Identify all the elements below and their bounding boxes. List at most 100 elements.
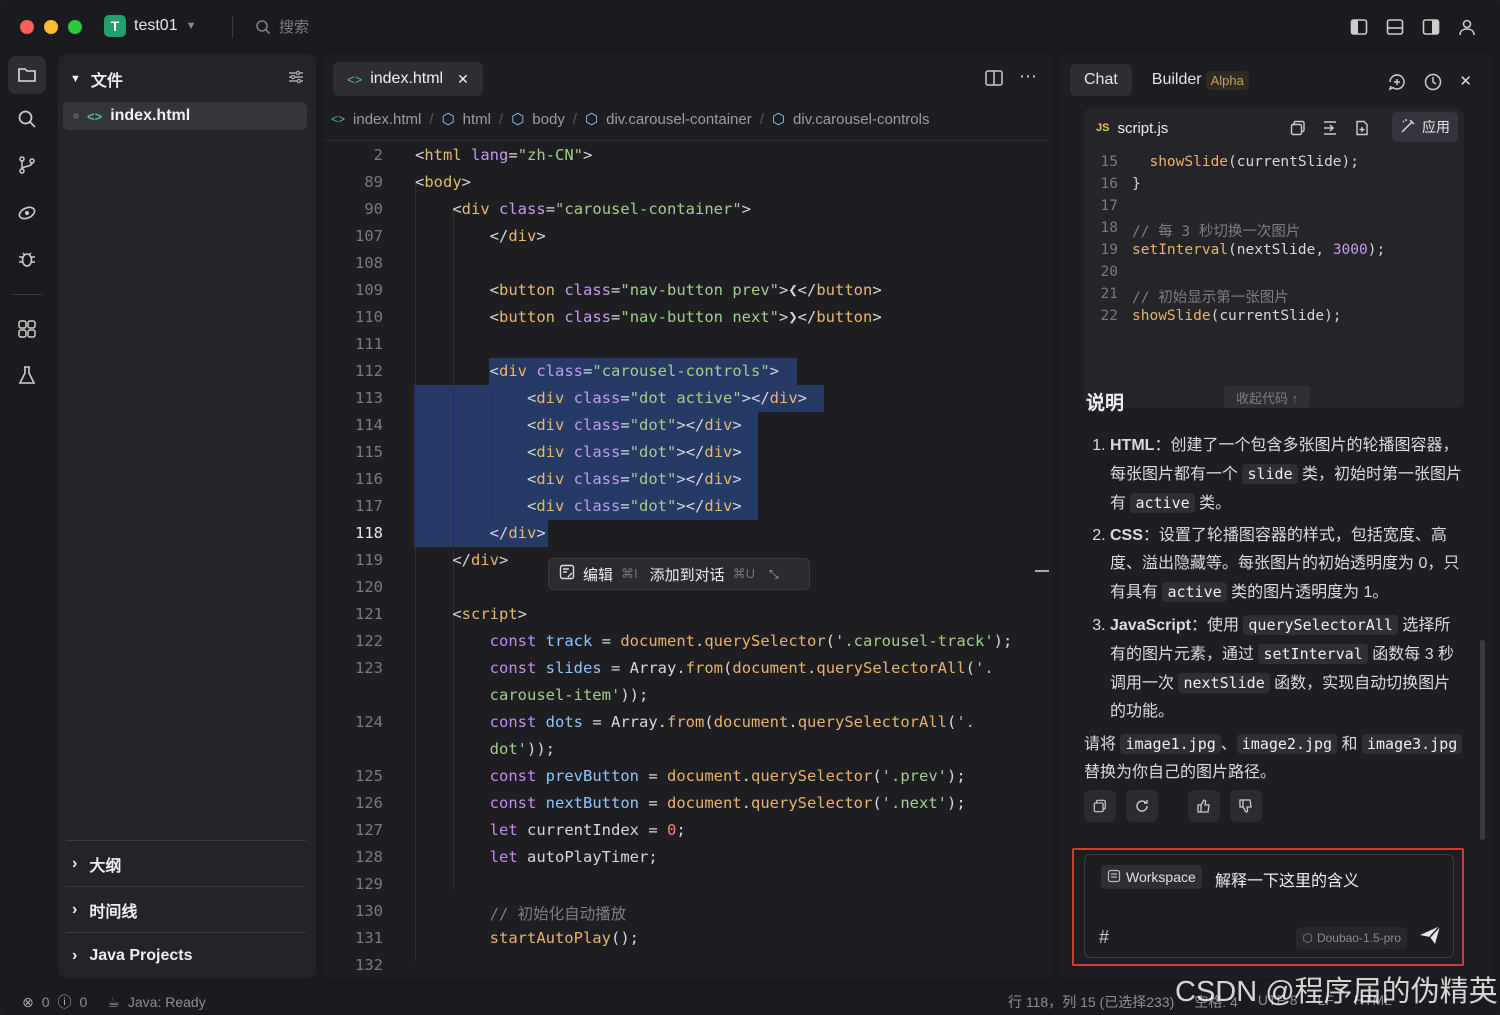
thumbs-up-icon bbox=[1197, 799, 1210, 813]
close-window-button[interactable] bbox=[20, 20, 34, 34]
source-control-icon[interactable] bbox=[8, 146, 46, 184]
java-projects-section[interactable]: › Java Projects bbox=[66, 932, 306, 978]
file-status-dot bbox=[73, 113, 79, 119]
explorer-icon[interactable] bbox=[8, 56, 46, 94]
split-editor-icon[interactable] bbox=[985, 70, 1003, 91]
tab-label: Chat bbox=[1084, 71, 1118, 88]
java-coffee-icon: ☕ bbox=[107, 993, 120, 1010]
chevron-right-icon: › bbox=[72, 854, 78, 872]
section-label: 时间线 bbox=[89, 903, 138, 921]
breadcrumb-item[interactable]: div.carousel-controls bbox=[793, 111, 929, 128]
tab-builder[interactable]: Builder Alpha bbox=[1138, 64, 1263, 96]
chat-scrollbar[interactable] bbox=[1480, 640, 1485, 840]
js-file-icon: JS bbox=[1096, 122, 1110, 134]
search-placeholder: 搜索 bbox=[279, 19, 310, 36]
error-count[interactable]: 0 bbox=[42, 994, 50, 1010]
chevron-right-icon: › bbox=[72, 946, 78, 964]
copy-answer-button[interactable] bbox=[1084, 790, 1116, 822]
toggle-left-panel-icon[interactable] bbox=[1348, 16, 1370, 38]
history-icon[interactable] bbox=[1423, 72, 1443, 97]
tab-label: Builder bbox=[1151, 71, 1202, 88]
regenerate-button[interactable] bbox=[1126, 790, 1158, 822]
chat-input[interactable]: Workspace 解释一下这里的含义 # ⬡ Doubao-1.5-pro bbox=[1084, 854, 1454, 958]
apply-icon bbox=[1400, 118, 1416, 137]
insert-icon[interactable] bbox=[1322, 120, 1338, 140]
html-file-icon: <> bbox=[331, 112, 346, 126]
inline-action-popup: 编辑 ⌘I 添加到对话 ⌘U ⤡ bbox=[548, 558, 810, 590]
context-hash-button[interactable]: # bbox=[1099, 927, 1109, 948]
chevron-right-icon: › bbox=[72, 900, 78, 918]
explorer-panel: ▼ 文件 <> index.html › 大纲 › 时间线 › Java Projec… bbox=[58, 54, 316, 978]
file-item-index-html[interactable]: <> index.html bbox=[63, 102, 307, 130]
close-icon[interactable]: ✕ bbox=[1459, 72, 1472, 97]
toggle-bottom-panel-icon[interactable] bbox=[1384, 16, 1406, 38]
debug-icon[interactable] bbox=[8, 240, 46, 278]
breadcrumb-item[interactable]: body bbox=[532, 111, 565, 128]
edit-shortcut: ⌘I bbox=[621, 566, 638, 581]
account-icon[interactable] bbox=[1456, 16, 1478, 38]
cursor-position[interactable]: 行 118，列 15 (已选择233) bbox=[1008, 992, 1174, 1012]
watermark: CSDN @程序届的伪精英 bbox=[1175, 976, 1498, 1008]
explorer-title: 文件 bbox=[90, 73, 123, 90]
workspace-icon bbox=[1107, 869, 1121, 886]
element-icon: ⬡ bbox=[511, 111, 525, 128]
project-name: test01 bbox=[134, 17, 178, 34]
add-shortcut: ⌘U bbox=[732, 566, 756, 581]
element-icon: ⬡ bbox=[585, 111, 599, 128]
editor-tab-bar: <> index.html ✕ ⋯ bbox=[323, 54, 1052, 102]
minimize-window-button[interactable] bbox=[44, 20, 58, 34]
toggle-right-panel-icon[interactable] bbox=[1420, 16, 1442, 38]
model-icon: ⬡ bbox=[1302, 931, 1313, 945]
timeline-section[interactable]: › 时间线 bbox=[66, 886, 306, 932]
model-selector[interactable]: ⬡ Doubao-1.5-pro bbox=[1296, 927, 1407, 949]
outline-section[interactable]: › 大纲 bbox=[66, 840, 306, 886]
tab-chat[interactable]: Chat bbox=[1070, 64, 1132, 96]
apply-button[interactable]: 应用 bbox=[1392, 112, 1458, 142]
list-item: JavaScript：使用 querySelectorAll 选择所有的图片元素… bbox=[1110, 611, 1466, 726]
code-editor: <> index.html ✕ ⋯ <> index.html / ⬡ html / … bbox=[323, 54, 1052, 978]
new-chat-icon[interactable] bbox=[1387, 72, 1407, 97]
breadcrumb-item[interactable]: index.html bbox=[353, 111, 421, 128]
extensions-icon[interactable] bbox=[8, 310, 46, 348]
close-icon[interactable]: ✕ bbox=[457, 71, 469, 88]
prompt-text: 解释一下这里的含义 bbox=[1215, 873, 1360, 890]
list-item: HTML：创建了一个包含多张图片的轮播图容器，每张图片都有一个 slide 类，… bbox=[1110, 432, 1466, 518]
thumbs-up-button[interactable] bbox=[1188, 790, 1220, 822]
expand-icon[interactable]: ⤡ bbox=[769, 567, 779, 582]
activity-bar bbox=[0, 54, 54, 984]
new-file-icon[interactable] bbox=[1354, 120, 1370, 140]
warning-icon: ⓘ bbox=[57, 994, 72, 1010]
html-file-icon: <> bbox=[347, 71, 363, 87]
model-label: Doubao-1.5-pro bbox=[1316, 931, 1401, 945]
testing-flask-icon[interactable] bbox=[8, 356, 46, 394]
remote-explorer-icon[interactable] bbox=[8, 194, 46, 232]
thumbs-down-button[interactable] bbox=[1230, 790, 1262, 822]
project-switcher[interactable]: T test01 ▼ bbox=[104, 15, 196, 37]
error-icon: ⊗ bbox=[22, 993, 34, 1010]
workspace-chip[interactable]: Workspace bbox=[1101, 865, 1202, 889]
add-to-chat-button[interactable]: 添加到对话 bbox=[650, 564, 725, 585]
search-box[interactable]: 搜索 bbox=[255, 16, 309, 37]
explorer-header[interactable]: ▼ 文件 bbox=[70, 68, 304, 90]
breadcrumb-item[interactable]: div.carousel-container bbox=[606, 111, 752, 128]
copy-icon[interactable] bbox=[1290, 120, 1306, 140]
filter-settings-icon[interactable] bbox=[288, 69, 304, 90]
java-status[interactable]: Java: Ready bbox=[128, 994, 206, 1010]
send-button[interactable] bbox=[1419, 925, 1441, 950]
section-label: Java Projects bbox=[89, 946, 193, 964]
ide-window: T test01 ▼ 搜索 ▼ 文件 <> index.html › 大纲 › 时间… bbox=[0, 0, 1500, 1015]
explanation: 说明 HTML：创建了一个包含多张图片的轮播图容器，每张图片都有一个 slide… bbox=[1084, 390, 1466, 787]
breadcrumb-item[interactable]: html bbox=[463, 111, 491, 128]
code-snippet-block: JS script.js 应用 15 showSlide(currentSlid… bbox=[1084, 108, 1464, 408]
more-actions-icon[interactable]: ⋯ bbox=[1019, 66, 1037, 87]
tab-index-html[interactable]: <> index.html ✕ bbox=[333, 62, 483, 96]
edit-button[interactable]: 编辑 bbox=[583, 564, 613, 585]
section-label: 大纲 bbox=[89, 857, 122, 875]
title-bar: T test01 ▼ 搜索 bbox=[0, 0, 1500, 54]
maximize-window-button[interactable] bbox=[68, 20, 82, 34]
search-icon[interactable] bbox=[8, 100, 46, 138]
element-icon: ⬡ bbox=[771, 111, 786, 128]
chat-panel: Chat Builder Alpha ✕ JS script.js 应用 15 s… bbox=[1060, 54, 1492, 978]
project-avatar: T bbox=[104, 15, 126, 37]
warning-count[interactable]: 0 bbox=[80, 994, 88, 1010]
